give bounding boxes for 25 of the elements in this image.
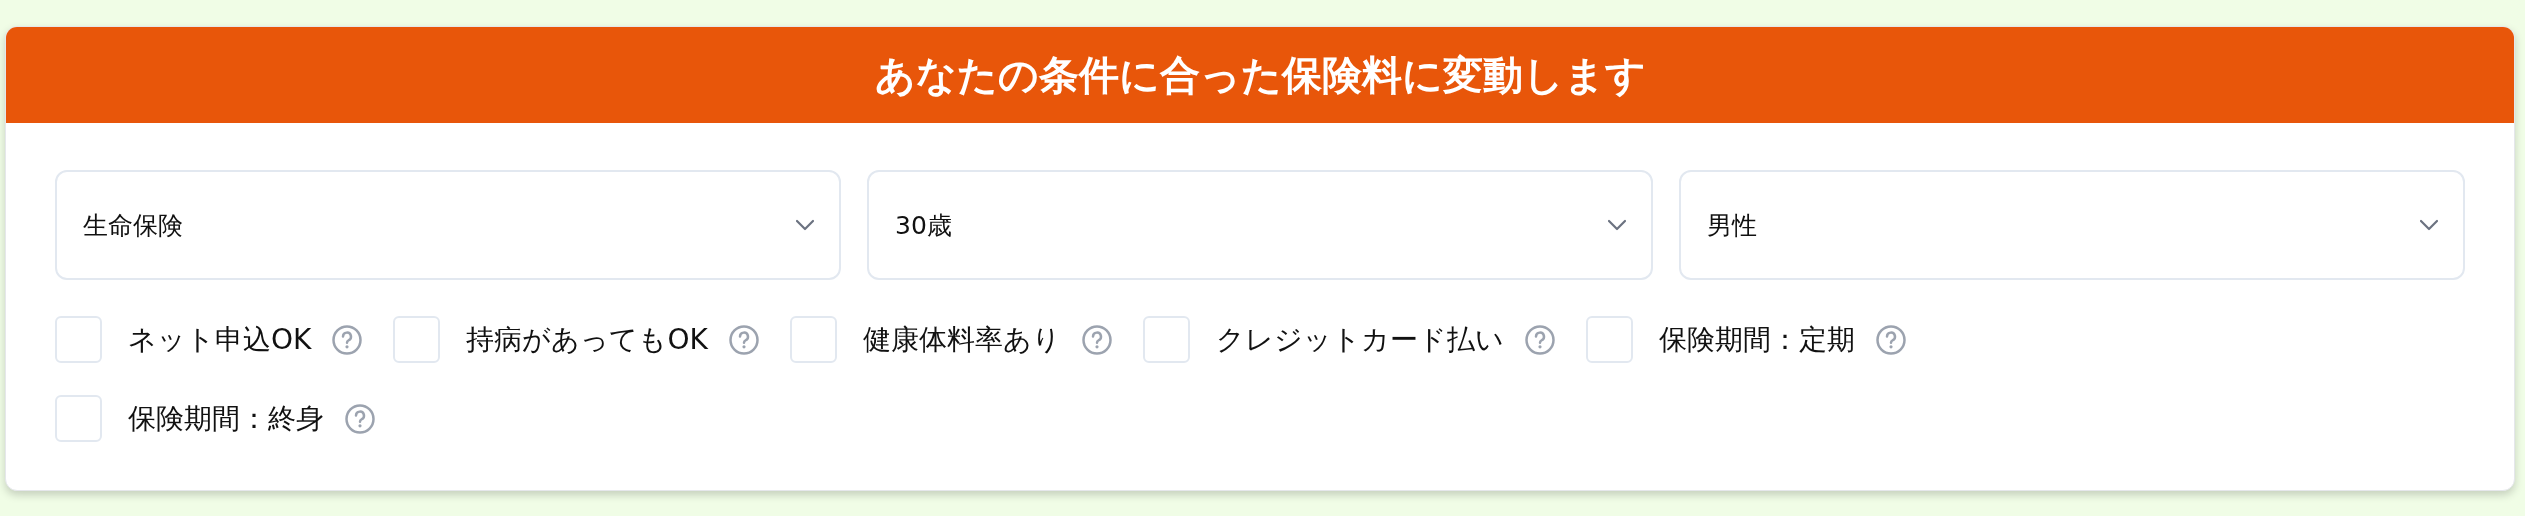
chevron-down-icon [795,219,815,231]
help-icon[interactable] [331,323,364,356]
help-icon[interactable] [727,323,760,356]
checkbox[interactable] [789,316,837,363]
dropdown[interactable]: 生命保険 [55,170,841,280]
chevron-down-icon [2419,219,2439,231]
option-label: 保険期間：定期 [1658,321,1855,358]
option-label: クレジットカード払い [1215,321,1504,358]
help-icon[interactable] [1874,323,1907,356]
dropdown[interactable]: 30歳 [867,170,1653,280]
checkbox[interactable] [393,316,441,363]
header-title: あなたの条件に合った保険料に変動します [874,50,1646,100]
help-icon[interactable] [344,402,376,435]
option-label: 持病があってもOK [466,321,708,358]
option-label: 保険期間：終身 [128,400,324,437]
checkbox[interactable] [55,316,102,363]
dropdown[interactable]: 男性 [1679,170,2465,280]
chevron-down-icon [1607,219,1627,231]
checkbox[interactable] [1142,316,1190,363]
checkbox[interactable] [55,395,102,442]
help-icon[interactable] [1080,323,1113,356]
option-label: 健康体料率あり [862,321,1061,358]
help-icon[interactable] [1523,323,1556,356]
checkbox[interactable] [1585,316,1633,363]
option-label: ネット申込OK [128,321,312,358]
